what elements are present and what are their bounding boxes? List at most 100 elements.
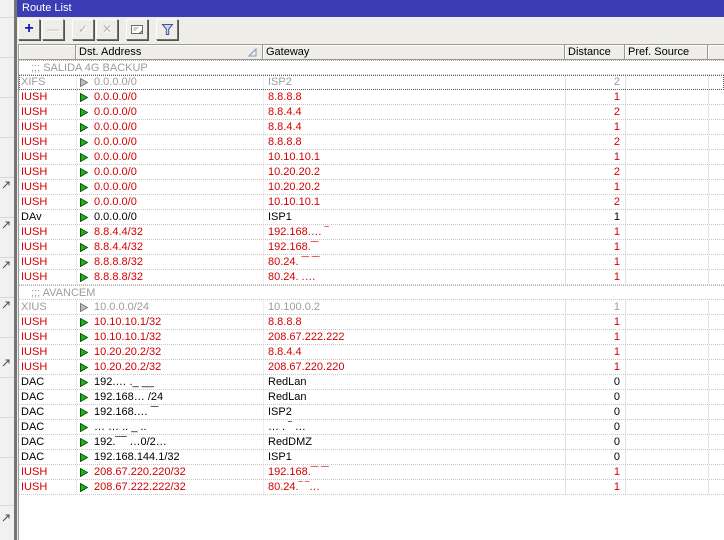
enable-button[interactable]: ✓ bbox=[72, 19, 94, 40]
flags-header[interactable] bbox=[19, 45, 76, 60]
background-row-line bbox=[0, 97, 14, 98]
route-row[interactable]: IUSH 8.8.8.8/32 80.24. ‾‾ ‾‾ 1 bbox=[19, 255, 724, 270]
route-row[interactable]: IUSH 8.8.8.8/32 80.24. .… 1 bbox=[19, 270, 724, 285]
route-active-arrow-icon bbox=[80, 227, 88, 237]
pref-source-header[interactable]: Pref. Source bbox=[625, 45, 708, 60]
background-row-line bbox=[0, 57, 14, 58]
route-row[interactable]: XIUS 10.0.0.0/24 10.100.0.2 1 bbox=[19, 300, 724, 315]
background-row-line bbox=[0, 137, 14, 138]
route-dst-address: 0.0.0.0/0 bbox=[76, 165, 263, 179]
background-row-line bbox=[0, 377, 14, 378]
route-extra-cell bbox=[708, 345, 724, 359]
route-row[interactable]: IUSH 8.8.4.4/32 192.168.… ‾ 1 bbox=[19, 225, 724, 240]
route-dst-address: 0.0.0.0/0 bbox=[76, 135, 263, 149]
route-row[interactable]: IUSH 10.10.10.1/32 8.8.8.8 1 bbox=[19, 315, 724, 330]
dst-address-text: 192.168… /24 bbox=[94, 391, 164, 403]
route-row[interactable]: IUSH 10.10.10.1/32 208.67.222.222 1 bbox=[19, 330, 724, 345]
route-dst-address: 0.0.0.0/0 bbox=[76, 210, 263, 224]
route-active-arrow-icon bbox=[80, 452, 88, 462]
route-gateway: 8.8.8.8 bbox=[263, 315, 565, 329]
route-flags: IUSH bbox=[21, 121, 48, 133]
route-gateway: 208.67.220.220 bbox=[263, 360, 565, 374]
route-extra-cell bbox=[708, 240, 724, 254]
background-arrow-icon bbox=[1, 358, 11, 371]
route-distance: 1 bbox=[565, 300, 625, 314]
dst-address-text: 192.‾‾‾ …0/2… bbox=[94, 436, 167, 448]
route-row[interactable]: IUSH 208.67.222.222/32 80.24.‾ ‾… 1 bbox=[19, 480, 724, 495]
route-row[interactable]: IUSH 0.0.0.0/0 8.8.8.8 1 bbox=[19, 90, 724, 105]
route-gateway: ISP1 bbox=[263, 210, 565, 224]
route-inactive-arrow-icon bbox=[80, 77, 88, 87]
funnel-icon bbox=[160, 24, 174, 35]
route-active-arrow-icon bbox=[80, 422, 88, 432]
route-extra-cell bbox=[708, 150, 724, 164]
route-row[interactable]: IUSH 0.0.0.0/0 10.10.10.1 1 bbox=[19, 150, 724, 165]
route-dst-address: 10.10.10.1/32 bbox=[76, 315, 263, 329]
route-row[interactable]: DAC 192.168.… ‾‾ ISP2 0 bbox=[19, 405, 724, 420]
dst-address-text: 8.8.4.4/32 bbox=[94, 241, 143, 253]
route-row[interactable]: DAC 192.‾‾‾ …0/2… RedDMZ 0 bbox=[19, 435, 724, 450]
route-extra-cell bbox=[708, 360, 724, 374]
route-dst-address: … … .. _ .. bbox=[76, 420, 263, 434]
titlebar[interactable]: Route List bbox=[17, 0, 724, 17]
route-active-arrow-icon bbox=[80, 257, 88, 267]
route-pref-source bbox=[625, 105, 708, 119]
route-dst-address: 208.67.222.222/32 bbox=[76, 480, 263, 494]
disable-button[interactable]: ✕ bbox=[96, 19, 118, 40]
add-button[interactable]: + bbox=[18, 19, 40, 40]
route-dst-address: 192.‾‾‾ …0/2… bbox=[76, 435, 263, 449]
route-row[interactable]: DAC 192.168.144.1/32 ISP1 0 bbox=[19, 450, 724, 465]
column-label: Pref. Source bbox=[628, 46, 690, 58]
route-flags: DAC bbox=[21, 406, 45, 418]
route-distance: 1 bbox=[565, 225, 625, 239]
route-row[interactable]: IUSH 10.20.20.2/32 208.67.220.220 1 bbox=[19, 360, 724, 375]
comment-row[interactable]: ;;; AVANCEM bbox=[19, 285, 724, 300]
route-row[interactable]: IUSH 10.20.20.2/32 8.8.4.4 1 bbox=[19, 345, 724, 360]
gateway-header[interactable]: Gateway bbox=[263, 45, 565, 60]
distance-header[interactable]: Distance bbox=[565, 45, 625, 60]
route-distance: 1 bbox=[565, 270, 625, 284]
route-row[interactable]: IUSH 0.0.0.0/0 8.8.4.4 2 bbox=[19, 105, 724, 120]
dst-address-header[interactable]: Dst. Address bbox=[76, 45, 263, 60]
route-pref-source bbox=[625, 420, 708, 434]
route-gateway: 10.10.10.1 bbox=[263, 150, 565, 164]
route-pref-source bbox=[625, 315, 708, 329]
route-row[interactable]: IUSH 0.0.0.0/0 8.8.8.8 2 bbox=[19, 135, 724, 150]
route-extra-cell bbox=[708, 180, 724, 194]
route-active-arrow-icon bbox=[80, 272, 88, 282]
route-distance: 1 bbox=[565, 360, 625, 374]
comment-row[interactable]: ;;; SALIDA 4G BACKUP bbox=[19, 60, 724, 75]
dst-address-text: 0.0.0.0/0 bbox=[94, 181, 137, 193]
filter-button[interactable] bbox=[156, 19, 178, 40]
route-row[interactable]: DAv 0.0.0.0/0 ISP1 1 bbox=[19, 210, 724, 225]
route-extra-cell bbox=[708, 375, 724, 389]
route-flags: IUSH bbox=[21, 181, 48, 193]
route-active-arrow-icon bbox=[80, 152, 88, 162]
route-row[interactable]: IUSH 0.0.0.0/0 10.20.20.2 2 bbox=[19, 165, 724, 180]
route-extra-cell bbox=[708, 135, 724, 149]
background-row-line bbox=[0, 217, 14, 218]
route-row[interactable]: IUSH 0.0.0.0/0 8.8.4.4 1 bbox=[19, 120, 724, 135]
route-flags: IUSH bbox=[21, 196, 48, 208]
route-distance: 2 bbox=[565, 75, 625, 89]
route-row[interactable]: IUSH 0.0.0.0/0 10.10.10.1 2 bbox=[19, 195, 724, 210]
route-row[interactable]: XIFS 0.0.0.0/0 ISP2 2 bbox=[19, 75, 724, 90]
route-extra-cell bbox=[708, 195, 724, 209]
route-row[interactable]: DAC … … .. _ .. … . ‾ … 0 bbox=[19, 420, 724, 435]
route-row[interactable]: IUSH 8.8.4.4/32 192.168.‾‾ 1 bbox=[19, 240, 724, 255]
extra-header[interactable] bbox=[708, 45, 724, 60]
remove-button[interactable]: — bbox=[42, 19, 64, 40]
route-row[interactable]: DAC 192.… ._ __ RedLan 0 bbox=[19, 375, 724, 390]
route-row[interactable]: IUSH 208.67.220.220/32 192.168.‾‾ ‾‾ 1 bbox=[19, 465, 724, 480]
route-flags: IUSH bbox=[21, 466, 48, 478]
route-pref-source bbox=[625, 360, 708, 374]
route-dst-address: 208.67.220.220/32 bbox=[76, 465, 263, 479]
route-row[interactable]: DAC 192.168… /24 RedLan 0 bbox=[19, 390, 724, 405]
route-active-arrow-icon bbox=[80, 122, 88, 132]
route-extra-cell bbox=[708, 75, 724, 89]
comment-button[interactable] bbox=[126, 19, 148, 40]
route-gateway: RedLan bbox=[263, 375, 565, 389]
route-row[interactable]: IUSH 0.0.0.0/0 10.20.20.2 1 bbox=[19, 180, 724, 195]
route-flags: IUSH bbox=[21, 166, 48, 178]
route-dst-address: 8.8.4.4/32 bbox=[76, 240, 263, 254]
